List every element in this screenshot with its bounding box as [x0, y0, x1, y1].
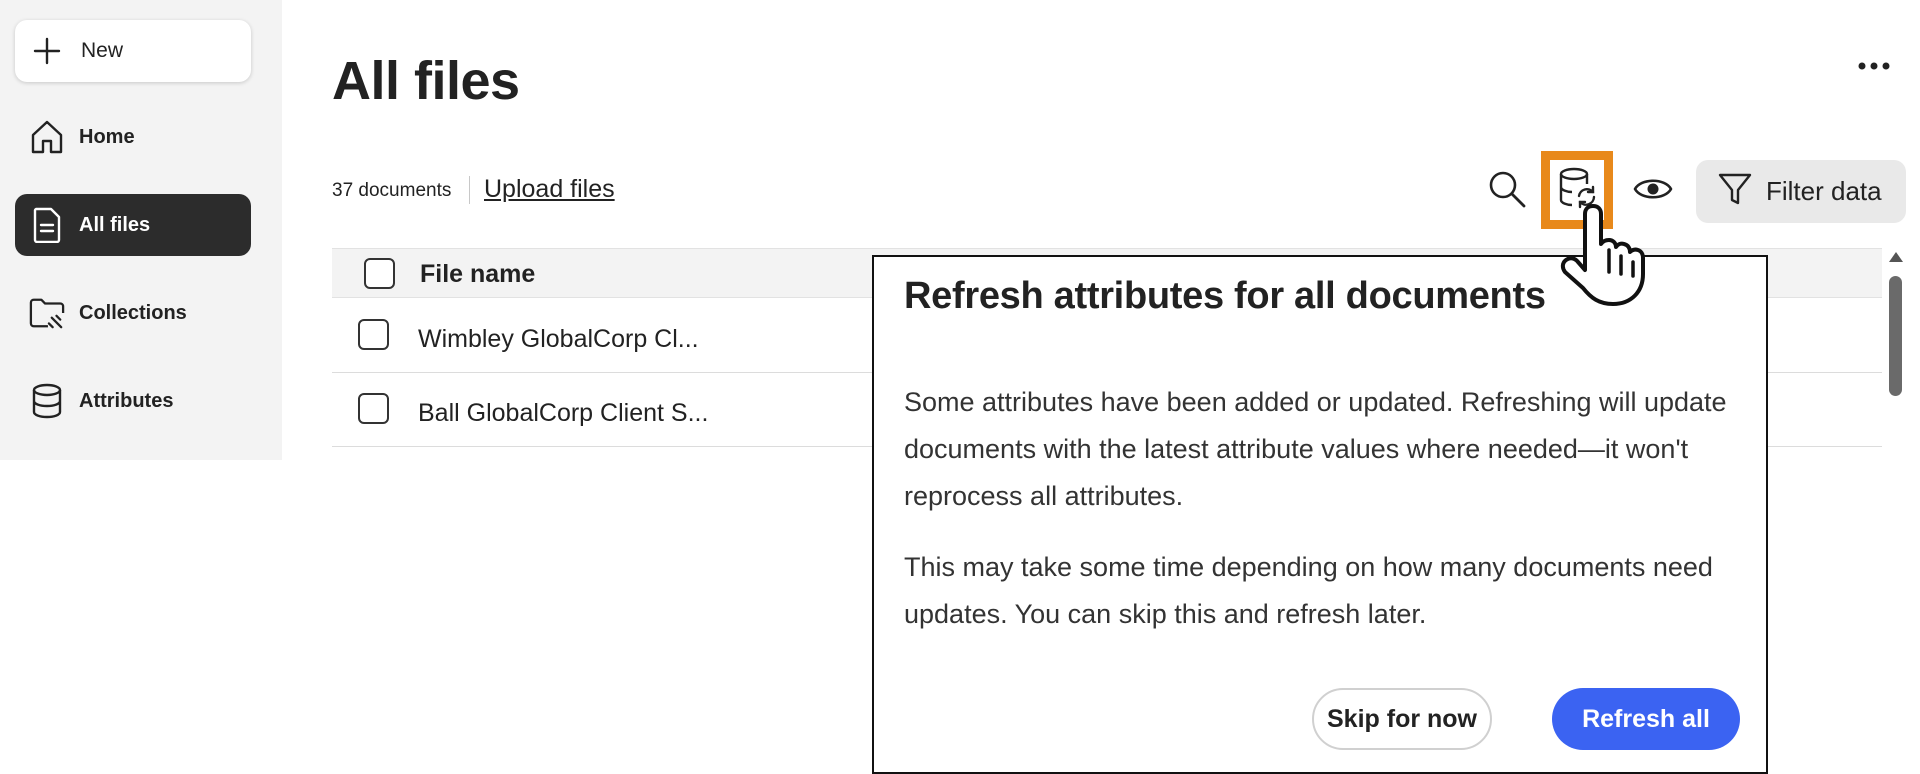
upload-files-link[interactable]: Upload files: [484, 175, 615, 204]
hand-cursor-icon: [1555, 200, 1645, 310]
popover-title: Refresh attributes for all documents: [904, 275, 1546, 317]
plus-icon: [29, 33, 65, 69]
row-checkbox[interactable]: [358, 319, 389, 350]
popover-note: This may take some time depending on how…: [904, 552, 1713, 629]
refresh-attributes-popover: Refresh attributes for all documents Som…: [872, 255, 1768, 774]
new-button[interactable]: New: [15, 20, 251, 82]
sidebar-item-label: Collections: [79, 301, 187, 324]
sidebar: New Home All files Collections Attribute…: [0, 0, 282, 460]
filter-icon: [1718, 172, 1752, 211]
document-count: 37 documents: [332, 180, 452, 201]
scrollbar-thumb[interactable]: [1889, 276, 1902, 396]
sidebar-item-all-files[interactable]: All files: [15, 194, 251, 256]
divider: [469, 176, 470, 204]
page-title: All files: [332, 51, 520, 111]
more-icon: [1857, 58, 1891, 76]
file-name[interactable]: Wimbley GlobalCorp Cl...: [418, 325, 699, 354]
home-icon: [29, 119, 65, 155]
folder-icon: [29, 295, 65, 331]
column-header-file-name[interactable]: File name: [420, 260, 535, 289]
sidebar-item-attributes[interactable]: Attributes: [15, 370, 251, 432]
select-all-checkbox[interactable]: [364, 258, 395, 289]
filter-button-label: Filter data: [1766, 176, 1882, 206]
row-checkbox[interactable]: [358, 393, 389, 424]
skip-for-now-button[interactable]: Skip for now: [1312, 688, 1492, 750]
search-button[interactable]: [1480, 160, 1534, 222]
more-options-button[interactable]: [1850, 50, 1898, 84]
sidebar-item-home[interactable]: Home: [15, 106, 251, 168]
refresh-all-button[interactable]: Refresh all: [1552, 688, 1740, 750]
document-icon: [29, 207, 65, 243]
sidebar-item-label: Attributes: [79, 389, 174, 412]
new-button-label: New: [81, 39, 124, 62]
sidebar-item-collections[interactable]: Collections: [15, 282, 251, 344]
sidebar-item-label: Home: [79, 125, 135, 148]
file-name[interactable]: Ball GlobalCorp Client S...: [418, 399, 708, 428]
scroll-up-arrow[interactable]: [1889, 252, 1903, 262]
database-icon: [29, 383, 65, 419]
search-icon: [1487, 169, 1527, 214]
sidebar-item-label: All files: [79, 213, 151, 236]
popover-description: Some attributes have been added or updat…: [904, 387, 1727, 511]
filter-data-button[interactable]: Filter data: [1696, 160, 1906, 223]
